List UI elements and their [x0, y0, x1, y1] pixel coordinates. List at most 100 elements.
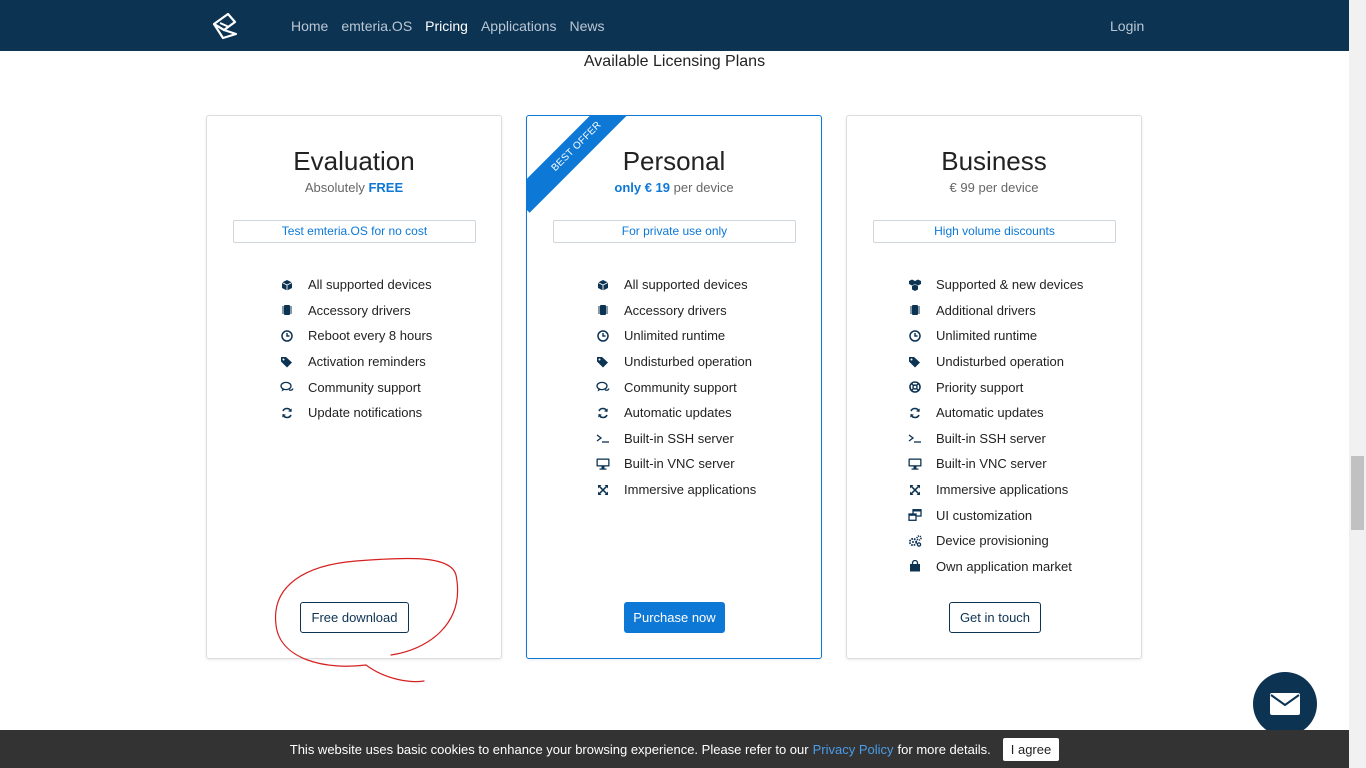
plan-tagline: Test emteria.OS for no cost	[233, 220, 476, 243]
plan-card-evaluation: Evaluation Absolutely FREE Test emteria.…	[206, 115, 502, 659]
plan-price-prefix: Absolutely	[304, 180, 365, 195]
terminal-icon	[596, 431, 610, 445]
plan-title: Evaluation	[293, 146, 415, 176]
feature-item: Device provisioning	[908, 528, 1141, 554]
sync-icon	[280, 406, 294, 420]
desktop-icon	[908, 457, 922, 471]
cube-icon	[280, 278, 294, 292]
feature-label: Own application market	[936, 558, 1072, 574]
feature-item: Activation reminders	[280, 349, 501, 375]
chat-button[interactable]	[1253, 672, 1317, 736]
feature-label: Unlimited runtime	[936, 328, 1038, 344]
nav-link-applications[interactable]: Applications	[481, 18, 557, 34]
feature-item: Immersive applications	[908, 477, 1141, 503]
nav-link-news[interactable]: News	[569, 18, 604, 34]
feature-item: Undisturbed operation	[908, 349, 1141, 375]
plan-card-business: Business € 99 per device High volume dis…	[846, 115, 1142, 659]
feature-item: Accessory drivers	[596, 298, 821, 324]
privacy-policy-link[interactable]: Privacy Policy	[813, 742, 894, 757]
clock-icon	[280, 329, 294, 343]
agree-button[interactable]: I agree	[1002, 737, 1060, 761]
feature-item: Reboot every 8 hours	[280, 323, 501, 349]
free-download-button[interactable]: Free download	[300, 602, 409, 633]
feature-item: Update notifications	[280, 400, 501, 426]
shopping-bag-icon	[908, 559, 922, 573]
plan-tagline: High volume discounts	[873, 220, 1116, 243]
feature-item: Automatic updates	[908, 400, 1141, 426]
feature-label: Undisturbed operation	[936, 354, 1064, 370]
feature-item: Undisturbed operation	[596, 349, 821, 375]
feature-label: Automatic updates	[624, 405, 732, 421]
cube-icon	[596, 278, 610, 292]
get-in-touch-button[interactable]: Get in touch	[949, 602, 1041, 633]
feature-label: Accessory drivers	[308, 302, 411, 318]
plan-title: Personal	[622, 146, 726, 176]
envelope-icon	[1270, 693, 1300, 715]
plan-price-highlight: FREE	[368, 180, 404, 195]
tags-icon	[908, 355, 922, 369]
feature-item: UI customization	[908, 502, 1141, 528]
login-link[interactable]: Login	[1110, 0, 1144, 51]
feature-label: All supported devices	[624, 277, 748, 293]
purchase-now-button[interactable]: Purchase now	[624, 602, 725, 633]
tags-icon	[596, 355, 610, 369]
feature-item: Priority support	[908, 374, 1141, 400]
feature-label: Built-in VNC server	[624, 456, 735, 472]
feature-label: Immersive applications	[936, 482, 1069, 498]
comments-icon	[280, 380, 294, 394]
nav-link-emteria-os[interactable]: emteria.OS	[341, 18, 412, 34]
feature-label: Built-in SSH server	[936, 430, 1046, 446]
page-scrollbar[interactable]	[1349, 0, 1366, 768]
feature-label: Built-in SSH server	[624, 430, 734, 446]
comments-icon	[596, 380, 610, 394]
plan-price-suffix: per device	[670, 180, 734, 195]
feature-item: Automatic updates	[596, 400, 821, 426]
windows-icon	[908, 508, 922, 522]
terminal-icon	[908, 431, 922, 445]
feature-item: Own application market	[908, 554, 1141, 580]
chip-icon	[596, 303, 610, 317]
feature-list: Supported & new devices Additional driver…	[847, 272, 1141, 579]
scrollbar-thumb[interactable]	[1351, 456, 1364, 530]
feature-item: Built-in VNC server	[908, 451, 1141, 477]
feature-item: Additional drivers	[908, 298, 1141, 324]
feature-item: All supported devices	[280, 272, 501, 298]
feature-item: Unlimited runtime	[908, 323, 1141, 349]
cubes-icon	[908, 278, 922, 292]
plan-price-highlight: only € 19	[614, 180, 671, 195]
nav-link-home[interactable]: Home	[291, 18, 328, 34]
feature-item: All supported devices	[596, 272, 821, 298]
clock-icon	[908, 329, 922, 343]
feature-item: Community support	[280, 374, 501, 400]
plan-price: € 99 per device	[847, 180, 1141, 195]
cookie-text: This website uses basic cookies to enhan…	[289, 741, 809, 757]
feature-item: Supported & new devices	[908, 272, 1141, 298]
cookie-banner: This website uses basic cookies to enhan…	[0, 730, 1349, 768]
feature-label: Activation reminders	[308, 354, 426, 370]
feature-item: Unlimited runtime	[596, 323, 821, 349]
sync-icon	[908, 406, 922, 420]
feature-label: Built-in VNC server	[936, 456, 1047, 472]
sync-icon	[596, 406, 610, 420]
lifebuoy-icon	[908, 380, 922, 394]
feature-label: Accessory drivers	[624, 302, 727, 318]
feature-label: UI customization	[936, 507, 1033, 523]
feature-label: Community support	[308, 379, 421, 395]
feature-item: Built-in VNC server	[596, 451, 821, 477]
plan-tagline: For private use only	[553, 220, 796, 243]
cogs-icon	[908, 534, 922, 548]
nav-links: Home emteria.OS Pricing Applications New…	[291, 0, 604, 51]
plan-card-personal: BEST OFFER Personal only € 19 per device…	[526, 115, 822, 659]
expand-icon	[596, 483, 610, 497]
feature-label: Reboot every 8 hours	[308, 328, 433, 344]
plan-title: Business	[941, 146, 1047, 176]
feature-label: Priority support	[936, 379, 1024, 395]
feature-label: Device provisioning	[936, 533, 1049, 549]
desktop-icon	[596, 457, 610, 471]
nav-link-pricing[interactable]: Pricing	[425, 18, 468, 34]
feature-label: Immersive applications	[624, 482, 757, 498]
plan-price: only € 19 per device	[527, 180, 821, 195]
emteria-logo-icon[interactable]	[211, 12, 239, 40]
feature-label: All supported devices	[308, 277, 432, 293]
page: Home emteria.OS Pricing Applications New…	[0, 0, 1366, 768]
